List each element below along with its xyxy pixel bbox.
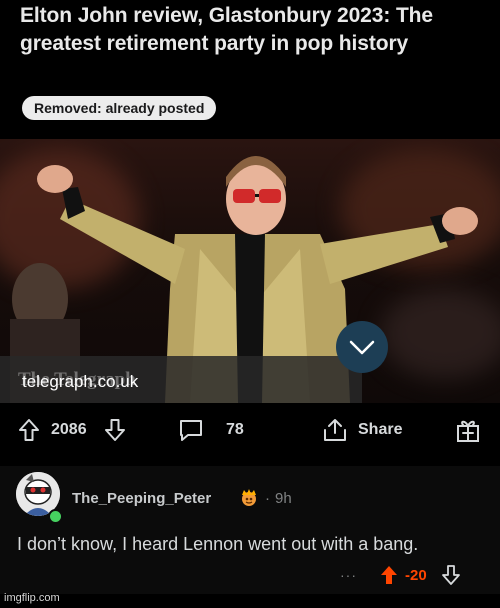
- award-icon: [457, 420, 479, 442]
- downvote-icon: [105, 419, 125, 441]
- post-flair: Removed: already posted: [22, 96, 217, 120]
- online-indicator: [48, 509, 63, 524]
- comment-age: 9h: [275, 489, 292, 507]
- share-button[interactable]: Share: [322, 406, 402, 454]
- comment-count: 78: [226, 421, 244, 438]
- comment-meta: · 9h: [238, 489, 292, 507]
- upvote-icon[interactable]: [379, 564, 399, 586]
- comment-card: The_Peeping_Peter · 9h I don’t know, I h…: [0, 466, 500, 594]
- share-icon: [324, 419, 346, 441]
- comment-username[interactable]: The_Peeping_Peter: [72, 490, 211, 507]
- comment-body: I don’t know, I heard Lennon went out wi…: [17, 534, 419, 554]
- watermark: imgflip.com: [4, 592, 60, 604]
- post-actions: 2086 78 Share: [0, 406, 500, 454]
- post-image[interactable]: The Telegraph telegraph.co.uk: [0, 139, 500, 403]
- comment-actions: ··· -20: [340, 562, 461, 588]
- award-button[interactable]: [455, 406, 481, 454]
- downvote-button[interactable]: [104, 406, 126, 454]
- expand-button[interactable]: [336, 321, 388, 373]
- award-badge-icon: [242, 489, 256, 506]
- comments-button[interactable]: [178, 406, 204, 454]
- downvote-icon[interactable]: [441, 564, 461, 586]
- upvote-icon: [19, 419, 39, 441]
- post-card: Elton John review, Glastonbury 2023: The…: [0, 0, 500, 458]
- chevron-down-icon: [349, 340, 375, 355]
- share-label: Share: [358, 421, 403, 438]
- meta-separator: ·: [265, 489, 270, 507]
- post-title[interactable]: Elton John review, Glastonbury 2023: The…: [20, 2, 480, 58]
- link-domain[interactable]: telegraph.co.uk: [22, 372, 138, 392]
- upvote-button[interactable]: [18, 406, 40, 454]
- vote-count: 2086: [51, 421, 87, 438]
- more-options-button[interactable]: ···: [340, 567, 357, 583]
- comment-score: -20: [405, 566, 427, 584]
- comment-icon: [180, 420, 202, 441]
